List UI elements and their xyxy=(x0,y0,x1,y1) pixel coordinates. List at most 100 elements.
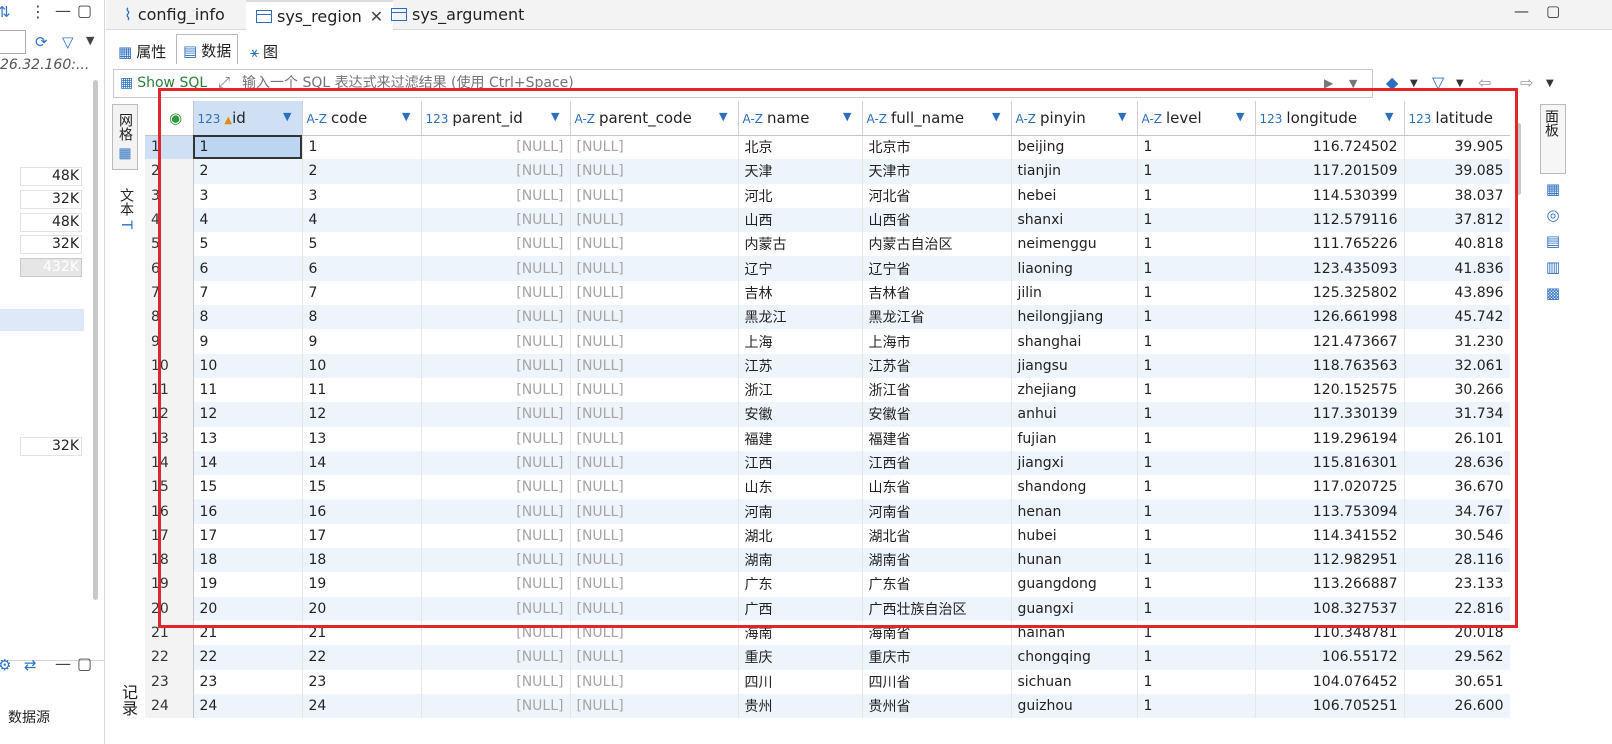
table-row[interactable]: 23 23 23 [NULL] [NULL] 四川 四川省 sichuan 1 104.07645… xyxy=(145,669,1510,694)
cell-parent-code[interactable]: [NULL] xyxy=(570,183,739,208)
row-number[interactable]: 6 xyxy=(145,256,194,281)
cell-longitude[interactable]: 121.473667 xyxy=(1255,329,1405,354)
cell-parent-code[interactable]: [NULL] xyxy=(570,572,739,597)
cell-parent-code[interactable]: [NULL] xyxy=(570,645,739,670)
cell-name[interactable]: 湖南 xyxy=(738,548,863,573)
cell-latitude[interactable]: 41.836 xyxy=(1404,256,1510,281)
tab-sys-argument[interactable]: sys_argument xyxy=(381,0,534,30)
cell-level[interactable]: 1 xyxy=(1137,232,1256,257)
column-menu-icon[interactable]: ▼ xyxy=(719,110,727,123)
cell-parent-code[interactable]: [NULL] xyxy=(570,669,739,694)
cell-code[interactable]: 3 xyxy=(302,183,422,208)
table-row[interactable]: 13 13 13 [NULL] [NULL] 福建 福建省 fujian 1 119.296194… xyxy=(145,426,1510,451)
cell-parent-id[interactable]: [NULL] xyxy=(421,548,571,573)
dropdown-icon[interactable]: ▼ xyxy=(1456,78,1464,89)
table-row[interactable]: 3 3 3 [NULL] [NULL] 河北 河北省 hebei 1 114.530399 38.0… xyxy=(145,183,1510,208)
cell-pinyin[interactable]: fujian xyxy=(1011,426,1138,451)
tab-data[interactable]: ▤ 数据 xyxy=(176,34,239,64)
cell-pinyin[interactable]: sichuan xyxy=(1011,669,1138,694)
cell-latitude[interactable]: 20.018 xyxy=(1404,620,1510,646)
record-view-button[interactable]: 记录 xyxy=(116,684,140,716)
cell-level[interactable]: 1 xyxy=(1137,207,1256,233)
cell-level[interactable]: 1 xyxy=(1137,183,1256,208)
cell-name[interactable]: 海南 xyxy=(738,620,863,646)
forward-icon[interactable]: ⇨ xyxy=(1520,73,1533,92)
cell-parent-id[interactable]: [NULL] xyxy=(421,693,571,719)
cell-parent-id[interactable]: [NULL] xyxy=(421,645,571,670)
cell-level[interactable]: 1 xyxy=(1137,402,1256,427)
filter-icon[interactable]: ▽ xyxy=(62,33,74,51)
cell-name[interactable]: 山西 xyxy=(738,207,863,233)
row-number[interactable]: 9 xyxy=(145,329,194,354)
table-row[interactable]: 6 6 6 [NULL] [NULL] 辽宁 辽宁省 liaoning 1 123.435093 4… xyxy=(145,256,1510,281)
cell-pinyin[interactable]: guizhou xyxy=(1011,693,1138,719)
cell-level[interactable]: 1 xyxy=(1137,693,1256,719)
cell-pinyin[interactable]: anhui xyxy=(1011,402,1138,427)
cell-parent-id[interactable]: [NULL] xyxy=(421,377,571,403)
cell-parent-id[interactable]: [NULL] xyxy=(421,232,571,257)
cell-level[interactable]: 1 xyxy=(1137,596,1256,621)
cell-latitude[interactable]: 31.734 xyxy=(1404,402,1510,427)
cell-parent-id[interactable]: [NULL] xyxy=(421,280,571,306)
cell-latitude[interactable]: 30.546 xyxy=(1404,523,1510,549)
maximize-icon[interactable]: ▢ xyxy=(77,1,92,20)
selected-tree-item[interactable] xyxy=(0,309,84,331)
cell-name[interactable]: 安徽 xyxy=(738,402,863,427)
cell-pinyin[interactable]: hubei xyxy=(1011,523,1138,549)
row-number[interactable]: 22 xyxy=(145,645,194,670)
column-menu-icon[interactable]: ▼ xyxy=(1236,110,1244,123)
row-number[interactable]: 20 xyxy=(145,596,194,621)
cell-latitude[interactable]: 37.812 xyxy=(1404,207,1510,233)
cell-code[interactable]: 22 xyxy=(302,645,422,670)
results-grid[interactable]: ◉ 123 ▲id ▼ A-Z code ▼ 123 parent_id ▼ A-Z pare… xyxy=(145,101,1510,744)
connection-host-label[interactable]: 26.32.160:... xyxy=(0,57,92,73)
cell-id[interactable]: 17 xyxy=(193,523,303,549)
table-row[interactable]: 2 2 2 [NULL] [NULL] 天津 天津市 tianjin 1 117.201509 39… xyxy=(145,159,1510,184)
cell-parent-code[interactable]: [NULL] xyxy=(570,135,739,160)
cell-id[interactable]: 12 xyxy=(193,402,303,427)
cell-pinyin[interactable]: neimenggu xyxy=(1011,232,1138,257)
cell-parent-id[interactable]: [NULL] xyxy=(421,669,571,694)
cell-full-name[interactable]: 吉林省 xyxy=(862,280,1012,306)
cell-parent-id[interactable]: [NULL] xyxy=(421,207,571,233)
cell-pinyin[interactable]: chongqing xyxy=(1011,645,1138,670)
cell-pinyin[interactable]: tianjin xyxy=(1011,159,1138,184)
cell-full-name[interactable]: 黑龙江省 xyxy=(862,305,1012,330)
cell-level[interactable]: 1 xyxy=(1137,305,1256,330)
cell-latitude[interactable]: 38.037 xyxy=(1404,183,1510,208)
filter-expression-input[interactable] xyxy=(242,75,1042,91)
cell-name[interactable]: 山东 xyxy=(738,475,863,500)
cell-longitude[interactable]: 108.327537 xyxy=(1255,596,1405,621)
column-menu-icon[interactable]: ▼ xyxy=(1118,110,1126,123)
cell-parent-id[interactable]: [NULL] xyxy=(421,426,571,451)
cell-longitude[interactable]: 112.579116 xyxy=(1255,207,1405,233)
row-number[interactable]: 18 xyxy=(145,548,194,573)
tab-config-info[interactable]: ⌇ config_info xyxy=(114,0,235,30)
grid-scrollbar[interactable] xyxy=(1513,101,1523,744)
cell-name[interactable]: 北京 xyxy=(738,135,863,160)
column-header-full-name[interactable]: A-Z full_name ▼ xyxy=(862,101,1012,136)
cell-pinyin[interactable]: beijing xyxy=(1011,135,1138,160)
row-number[interactable]: 17 xyxy=(145,523,194,549)
cell-longitude[interactable]: 113.266887 xyxy=(1255,572,1405,597)
cell-longitude[interactable]: 114.341552 xyxy=(1255,523,1405,549)
cell-latitude[interactable]: 36.670 xyxy=(1404,475,1510,500)
select-all-header[interactable]: ◉ xyxy=(145,101,194,136)
table-row[interactable]: 22 22 22 [NULL] [NULL] 重庆 重庆市 chongqing 1 106.551… xyxy=(145,645,1510,670)
cell-latitude[interactable]: 28.636 xyxy=(1404,450,1510,476)
cell-pinyin[interactable]: guangdong xyxy=(1011,572,1138,597)
table-row[interactable]: 16 16 16 [NULL] [NULL] 河南 河南省 henan 1 113.753094 3… xyxy=(145,499,1510,524)
cell-level[interactable]: 1 xyxy=(1137,475,1256,500)
cell-parent-code[interactable]: [NULL] xyxy=(570,329,739,354)
cell-parent-id[interactable]: [NULL] xyxy=(421,475,571,500)
grid-view-button[interactable]: 网格 ▦ xyxy=(112,104,138,170)
column-header-parent-code[interactable]: A-Z parent_code ▼ xyxy=(570,101,739,136)
cell-full-name[interactable]: 天津市 xyxy=(862,159,1012,184)
table-row[interactable]: 9 9 9 [NULL] [NULL] 上海 上海市 shanghai 1 121.473667 3… xyxy=(145,329,1510,354)
row-number[interactable]: 11 xyxy=(145,377,194,403)
cell-pinyin[interactable]: jilin xyxy=(1011,280,1138,306)
cell-latitude[interactable]: 26.101 xyxy=(1404,426,1510,451)
cell-pinyin[interactable]: jiangsu xyxy=(1011,353,1138,378)
cell-longitude[interactable]: 123.435093 xyxy=(1255,256,1405,281)
cell-full-name[interactable]: 江苏省 xyxy=(862,353,1012,378)
